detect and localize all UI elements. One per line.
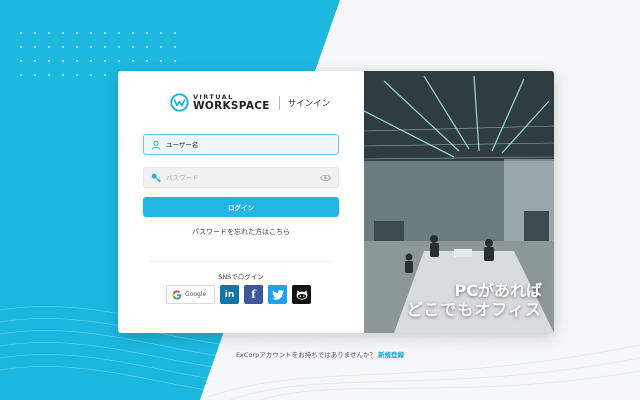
login-form-panel: VIRTUAL WORKSPACE サインイン ログイン: [118, 71, 364, 333]
sns-buttons: Google in f: [166, 285, 311, 304]
login-card: VIRTUAL WORKSPACE サインイン ログイン: [118, 71, 554, 333]
hero-tagline-line1: PCがあれば: [454, 281, 542, 301]
signup-link[interactable]: 新規登録: [378, 351, 404, 359]
github-icon[interactable]: [292, 285, 311, 304]
linkedin-icon[interactable]: in: [220, 285, 239, 304]
sns-login-title: SNSでログイン: [218, 273, 264, 281]
hero-tagline-line2: どこでもオフィス: [406, 299, 542, 319]
password-field[interactable]: [143, 167, 339, 188]
brand-line2: WORKSPACE: [193, 99, 270, 112]
signin-heading: サインイン: [287, 98, 331, 109]
hero-tagline: PCがあれば どこでもオフィス: [406, 281, 542, 319]
facebook-icon[interactable]: f: [244, 285, 263, 304]
password-input[interactable]: [166, 173, 316, 182]
brand-header: VIRTUAL WORKSPACE サインイン: [170, 93, 330, 112]
user-icon: [151, 140, 161, 150]
w-circle-logo-icon: [170, 93, 189, 112]
signup-prompt-text: ExCorpアカウントをお持ちではありませんか？: [235, 351, 377, 359]
twitter-icon[interactable]: [268, 285, 287, 304]
login-button[interactable]: ログイン: [143, 197, 339, 217]
key-icon: [151, 173, 161, 183]
forgot-password-link[interactable]: パスワードを忘れた方はこちら: [118, 227, 364, 237]
username-field[interactable]: [143, 134, 339, 155]
signup-prompt: ExCorpアカウントをお持ちではありませんか？ 新規登録: [0, 349, 640, 359]
google-login-button[interactable]: Google: [166, 285, 215, 304]
section-divider: [150, 261, 332, 262]
octocat-glyph: [296, 289, 307, 300]
eye-icon[interactable]: [320, 174, 331, 182]
brand-wordmark: VIRTUAL WORKSPACE: [193, 94, 270, 111]
brand-divider: [278, 95, 280, 110]
twitter-bird-glyph: [271, 289, 284, 300]
office-hero-image: PCがあれば どこでもオフィス: [364, 71, 554, 333]
google-icon: [172, 290, 182, 299]
username-input[interactable]: [166, 140, 316, 149]
google-label: Google: [185, 291, 207, 298]
